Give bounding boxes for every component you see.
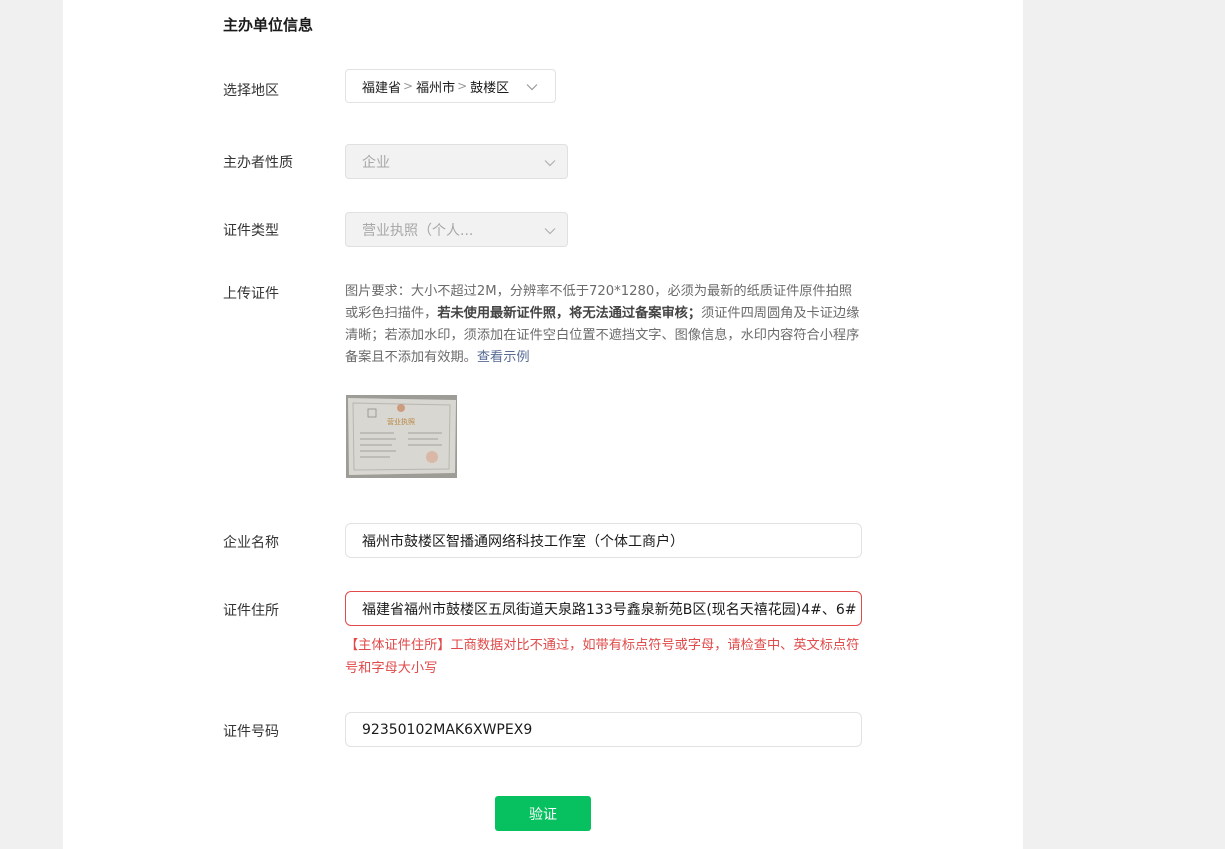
uploaded-license-thumbnail[interactable]: 营业执照	[346, 395, 457, 478]
region-select[interactable]: 福建省 > 福州市 > 鼓楼区	[345, 69, 556, 103]
verify-button[interactable]: 验证	[495, 796, 591, 831]
region-label: 选择地区	[223, 83, 279, 99]
cert-number-input[interactable]: 92350102MAK6XWPEX9	[345, 712, 862, 747]
cert-number-label: 证件号码	[223, 724, 279, 740]
license-title-text: 营业执照	[387, 417, 415, 426]
company-name-input[interactable]: 福州市鼓楼区智播通网络科技工作室（个体工商户）	[345, 523, 862, 558]
license-photo: 营业执照	[346, 395, 457, 478]
chevron-down-icon	[544, 228, 556, 235]
upload-label: 上传证件	[223, 286, 279, 302]
company-name-value: 福州市鼓楼区智播通网络科技工作室（个体工商户）	[362, 533, 684, 550]
cert-address-error: 【主体证件住所】工商数据对比不通过，如带有标点符号或字母，请检查中、英文标点符号…	[345, 638, 860, 676]
view-example-link[interactable]: 查看示例	[477, 350, 530, 365]
region-separator: >	[457, 79, 468, 93]
region-district: 鼓楼区	[470, 80, 510, 96]
region-city: 福州市	[416, 80, 456, 96]
section-title: 主办单位信息	[223, 16, 314, 34]
company-name-label: 企业名称	[223, 535, 279, 551]
chevron-down-icon	[526, 84, 538, 91]
cert-address-label: 证件住所	[223, 603, 279, 619]
cert-type-select: 营业执照（个人...	[345, 212, 568, 247]
organizer-type-label: 主办者性质	[223, 155, 293, 171]
region-separator: >	[403, 79, 414, 93]
organizer-type-select: 企业	[345, 144, 568, 179]
requirements-warning: 若未使用最新证件照，将无法通过备案审核；	[437, 306, 702, 321]
region-province: 福建省	[362, 80, 402, 96]
upload-requirements: 图片要求：大小不超过2M，分辨率不低于720*1280，必须为最新的纸质证件原件…	[345, 281, 865, 369]
organizer-type-value: 企业	[362, 154, 390, 171]
chevron-down-icon	[544, 160, 556, 167]
cert-number-value: 92350102MAK6XWPEX9	[362, 721, 533, 738]
cert-type-value: 营业执照（个人...	[362, 222, 474, 239]
cert-type-label: 证件类型	[223, 223, 279, 239]
cert-address-input[interactable]: 福建省福州市鼓楼区五凤街道天泉路133号鑫泉新苑B区(现名天禧花园)4#、6#	[345, 591, 862, 626]
cert-address-value: 福建省福州市鼓楼区五凤街道天泉路133号鑫泉新苑B区(现名天禧花园)4#、6#	[362, 601, 857, 618]
